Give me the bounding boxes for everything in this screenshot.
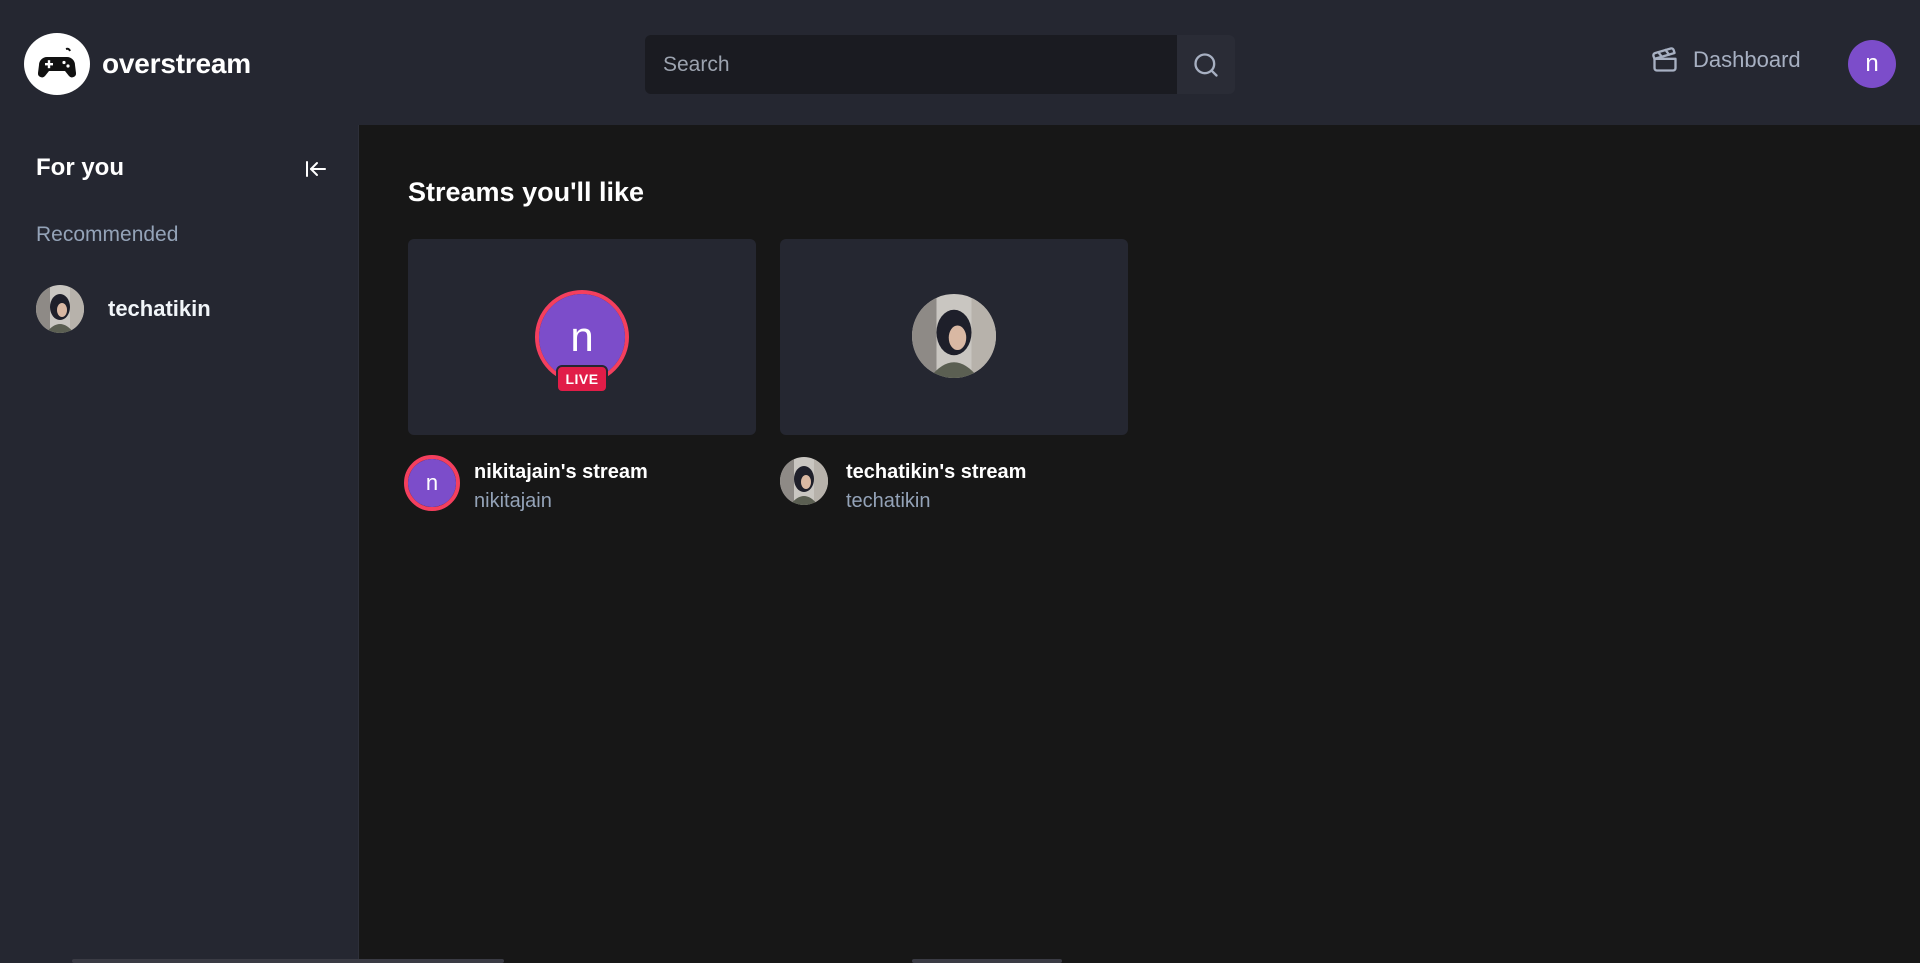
stream-thumbnail: n LIVE (408, 239, 756, 435)
sidebar-item-techatikin[interactable]: techatikin (36, 285, 211, 333)
avatar (912, 294, 996, 378)
app-name: overstream (102, 48, 251, 79)
avatar (36, 285, 84, 333)
stream-title: techatikin's stream (846, 461, 1027, 483)
search-form (645, 35, 1235, 94)
horizontal-scrollbar[interactable] (72, 959, 504, 963)
stream-username: techatikin (846, 490, 931, 512)
recommended-label: Recommended (36, 223, 179, 246)
avatar (780, 457, 828, 505)
clapperboard-icon (1652, 47, 1677, 72)
search-button[interactable] (1177, 35, 1235, 94)
live-badge: LIVE (556, 365, 608, 393)
sidebar-title: For you (36, 154, 124, 181)
stream-info: n nikitajain's stream nikitajain (404, 435, 756, 515)
stream-card-nikitajain[interactable]: n LIVE n nikitajain's stream nikitajain (404, 239, 756, 515)
avatar: n (408, 459, 456, 507)
arrow-left-to-line-icon (306, 161, 326, 177)
sidebar-item-label: techatikin (108, 296, 211, 321)
search-icon (1194, 52, 1218, 77)
stream-username: nikitajain (474, 490, 552, 512)
stream-card-techatikin[interactable]: techatikin's stream techatikin (780, 239, 1128, 515)
collapse-sidebar-button[interactable] (302, 155, 330, 183)
top-navbar: overstream Dashboard n (0, 0, 1920, 125)
page-title: Streams you'll like (408, 177, 645, 207)
search-input[interactable] (645, 35, 1177, 94)
stream-thumbnail (780, 239, 1128, 435)
user-avatar-button[interactable]: n (1848, 40, 1896, 88)
stream-title: nikitajain's stream (474, 461, 648, 483)
logo-link[interactable]: overstream (24, 33, 251, 95)
sidebar: For you Recommended techatikin (0, 125, 359, 963)
avatar-live-ring: n (404, 455, 460, 511)
stream-info: techatikin's stream techatikin (780, 435, 1128, 515)
dashboard-label: Dashboard (1693, 47, 1801, 72)
horizontal-scrollbar[interactable] (912, 959, 1062, 963)
gamepad-icon (24, 33, 90, 95)
dashboard-button[interactable]: Dashboard (1651, 46, 1801, 74)
